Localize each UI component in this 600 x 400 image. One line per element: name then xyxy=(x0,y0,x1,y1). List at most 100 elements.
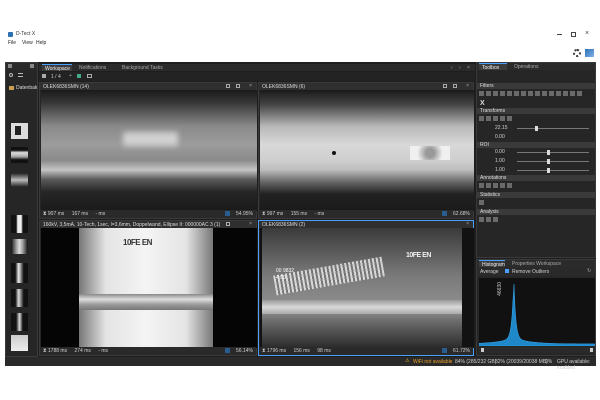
panel-pin-icon[interactable] xyxy=(30,64,34,68)
tab-close-icon[interactable]: × xyxy=(467,65,470,71)
rotate-left-icon[interactable] xyxy=(500,116,505,121)
tab-background-tasks[interactable]: Background Tasks xyxy=(119,64,169,71)
filter-6-icon[interactable] xyxy=(514,91,519,96)
viewport-2-maximize-icon[interactable] xyxy=(453,84,457,88)
histogram-refresh-icon[interactable]: ↻ xyxy=(587,268,591,274)
viewport-3-zoom-button[interactable] xyxy=(225,348,230,353)
text-tool-icon[interactable] xyxy=(500,183,505,188)
minimize-icon[interactable] xyxy=(557,34,562,35)
flip-vertical-icon[interactable] xyxy=(493,116,498,121)
rectangle-tool-icon[interactable] xyxy=(479,183,484,188)
tab-notifications[interactable]: Notifications xyxy=(76,64,116,71)
roi-slider-3-knob[interactable] xyxy=(547,168,550,173)
viewport-3-image[interactable]: 10FE EN xyxy=(41,228,257,348)
thumbnail-6[interactable] xyxy=(11,263,28,283)
analysis-tool-2-icon[interactable] xyxy=(486,217,491,222)
menu-view[interactable]: View xyxy=(22,40,33,46)
ellipse-tool-icon[interactable] xyxy=(493,183,498,188)
tab-histogram[interactable]: Histogram xyxy=(479,260,505,268)
transform-value-1[interactable]: 22.15 xyxy=(495,125,508,131)
filter-4-icon[interactable] xyxy=(500,91,505,96)
roi-value-2[interactable]: 1.00 xyxy=(495,158,505,164)
analysis-tool-3-icon[interactable] xyxy=(493,217,498,222)
tab-operations[interactable]: Operations xyxy=(511,63,543,70)
thumbnail-2[interactable] xyxy=(11,147,28,163)
statistics-tool-icon[interactable] xyxy=(479,200,484,205)
rotate-right-icon[interactable] xyxy=(507,116,512,121)
filter-15-icon[interactable] xyxy=(577,91,582,96)
filter-14-icon[interactable] xyxy=(570,91,575,96)
menu-help[interactable]: Help xyxy=(36,40,46,46)
clear-filters-icon[interactable]: X xyxy=(477,100,595,108)
filter-3-icon[interactable] xyxy=(493,91,498,96)
viewport-1-zoom-button[interactable] xyxy=(225,211,230,216)
filter-2-icon[interactable] xyxy=(486,91,491,96)
line-tool-icon[interactable] xyxy=(486,183,491,188)
filter-10-icon[interactable] xyxy=(542,91,547,96)
filter-9-icon[interactable] xyxy=(535,91,540,96)
viewport-1-fit-icon[interactable] xyxy=(226,84,230,88)
viewport-3-close-icon[interactable]: × xyxy=(249,221,252,227)
add-icon[interactable]: + xyxy=(69,73,72,79)
viewport-3-fit-icon[interactable] xyxy=(226,222,230,226)
remove-outliers-checkbox[interactable] xyxy=(505,269,509,273)
rotate-icon[interactable] xyxy=(479,116,484,121)
viewport-2-zoom-button[interactable] xyxy=(442,211,447,216)
settings-gear-icon[interactable] xyxy=(573,49,581,57)
thumbnail-7[interactable] xyxy=(11,289,28,307)
flip-horizontal-icon[interactable] xyxy=(486,116,491,121)
database-tab-label[interactable]: Datenbak xyxy=(16,85,37,91)
filter-5-icon[interactable] xyxy=(507,91,512,96)
roi-slider-2-knob[interactable] xyxy=(547,159,550,164)
viewport-4-close-icon[interactable]: × xyxy=(466,221,469,227)
roi-slider-2[interactable] xyxy=(517,161,589,162)
viewport-1-image[interactable] xyxy=(41,90,257,211)
filter-7-icon[interactable] xyxy=(521,91,526,96)
menu-file[interactable]: File xyxy=(8,40,16,46)
viewport-4-image[interactable]: 00 9832 4.50 10FE EN xyxy=(260,228,474,348)
roi-value-1[interactable]: 0.00 xyxy=(495,149,505,155)
roi-slider-1-knob[interactable] xyxy=(547,150,550,155)
thumbnail-9[interactable] xyxy=(11,335,28,351)
viewport-1-maximize-icon[interactable] xyxy=(236,84,240,88)
thumbnail-3[interactable] xyxy=(11,173,28,187)
tab-properties-workspace[interactable]: Properties Workspace xyxy=(509,260,565,267)
compare-icon[interactable] xyxy=(77,74,81,78)
viewport-1-close-icon[interactable]: × xyxy=(249,83,252,89)
close-icon[interactable]: × xyxy=(585,30,589,37)
histogram-range-bar[interactable] xyxy=(479,347,595,353)
viewport-4-zoom-button[interactable] xyxy=(442,348,447,353)
histogram-plot[interactable]: 46630 xyxy=(479,278,595,346)
tab-workspace[interactable]: Workspace xyxy=(42,64,72,72)
search-icon[interactable] xyxy=(9,73,13,77)
thumbnail-5[interactable] xyxy=(11,239,28,254)
analysis-tool-1-icon[interactable] xyxy=(479,217,484,222)
range-min-handle[interactable] xyxy=(481,348,484,352)
roi-value-3[interactable]: 1.00 xyxy=(495,167,505,173)
roi-slider-1[interactable] xyxy=(517,152,589,153)
layout-icon[interactable] xyxy=(42,74,46,78)
filter-8-icon[interactable] xyxy=(528,91,533,96)
transform-slider-1-knob[interactable] xyxy=(535,126,538,131)
thumbnail-4[interactable] xyxy=(11,215,28,233)
roi-slider-3[interactable] xyxy=(517,170,589,171)
filter-13-icon[interactable] xyxy=(563,91,568,96)
transform-value-2[interactable]: 0.00 xyxy=(495,134,505,140)
viewport-2-fit-icon[interactable] xyxy=(443,84,447,88)
histogram-mode-select[interactable]: Average xyxy=(480,269,499,275)
panel-menu-icon[interactable] xyxy=(8,64,12,68)
viewport-2-image[interactable] xyxy=(260,90,474,211)
grid-icon[interactable] xyxy=(87,74,92,78)
viewport-2-close-icon[interactable]: × xyxy=(466,83,469,89)
list-icon[interactable] xyxy=(18,73,23,77)
thumbnail-8[interactable] xyxy=(11,313,28,331)
filter-1-icon[interactable] xyxy=(479,91,484,96)
filter-11-icon[interactable] xyxy=(549,91,554,96)
tab-scroll-right-icon[interactable]: › xyxy=(459,65,461,71)
range-max-handle[interactable] xyxy=(590,348,593,352)
tab-toolbox[interactable]: Toolbox xyxy=(479,63,507,71)
maximize-icon[interactable] xyxy=(571,32,576,37)
transform-slider-1[interactable] xyxy=(517,128,589,129)
tab-scroll-left-icon[interactable]: ‹ xyxy=(451,65,453,71)
arrow-tool-icon[interactable] xyxy=(507,183,512,188)
